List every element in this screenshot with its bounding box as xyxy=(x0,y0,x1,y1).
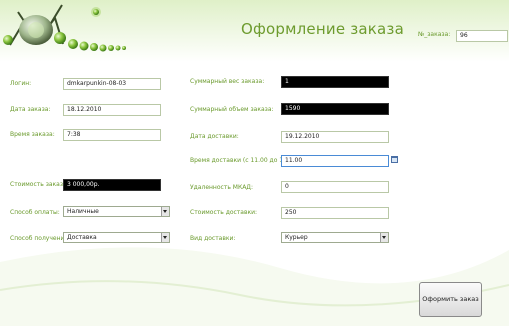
total-volume-field[interactable]: 1590 xyxy=(281,103,389,115)
chevron-down-icon[interactable] xyxy=(161,207,169,216)
login-field[interactable]: dmkarpunkin-08-03 xyxy=(63,78,161,90)
mkad-distance-label: Удаленность МКАД: xyxy=(190,184,254,191)
mkad-distance-field[interactable]: 0 xyxy=(281,181,389,193)
delivery-time-field[interactable]: 11.00 xyxy=(281,155,389,167)
order-cost-label: Стоимость заказа: xyxy=(10,181,69,188)
payment-method-value: Наличные xyxy=(67,208,99,215)
order-cost-field[interactable]: 3 000,00р. xyxy=(63,179,161,191)
payment-method-select[interactable]: Наличные xyxy=(63,206,170,217)
green-spheres-logo xyxy=(3,4,126,52)
order-date-field[interactable]: 18.12.2010 xyxy=(63,104,161,116)
chevron-down-icon[interactable] xyxy=(161,233,169,242)
total-weight-label: Суммарный вес заказа: xyxy=(190,78,265,85)
page-title: Оформление заказа xyxy=(241,20,405,38)
delivery-date-field[interactable]: 19.12.2010 xyxy=(281,131,389,143)
calendar-icon[interactable] xyxy=(391,156,398,163)
delivery-cost-field[interactable]: 250 xyxy=(281,207,389,219)
order-number-label: №_заказа: xyxy=(418,31,451,38)
receiving-method-value: Доставка xyxy=(67,234,97,241)
total-volume-label: Суммарный объем заказа: xyxy=(190,106,274,113)
delivery-type-select[interactable]: Курьер xyxy=(281,232,389,243)
login-label: Логин: xyxy=(10,80,32,87)
receiving-method-select[interactable]: Доставка xyxy=(63,232,170,243)
order-time-label: Время заказа: xyxy=(10,131,55,138)
order-date-label: Дата заказа: xyxy=(10,106,51,113)
receiving-method-label: Способ получения: xyxy=(10,235,71,242)
delivery-type-value: Курьер xyxy=(285,234,308,241)
chevron-down-icon[interactable] xyxy=(380,233,388,242)
payment-method-label: Способ оплаты: xyxy=(10,209,60,216)
submit-order-button[interactable]: Оформить заказ xyxy=(419,282,482,317)
total-weight-field[interactable]: 1 xyxy=(281,76,389,88)
delivery-cost-label: Стоимость доставки: xyxy=(190,209,258,216)
order-time-field[interactable]: 7:38 xyxy=(63,129,161,141)
delivery-type-label: Вид доставки: xyxy=(190,235,236,242)
order-number-field[interactable]: 96 xyxy=(456,30,508,42)
delivery-date-label: Дата доставки: xyxy=(190,133,239,140)
